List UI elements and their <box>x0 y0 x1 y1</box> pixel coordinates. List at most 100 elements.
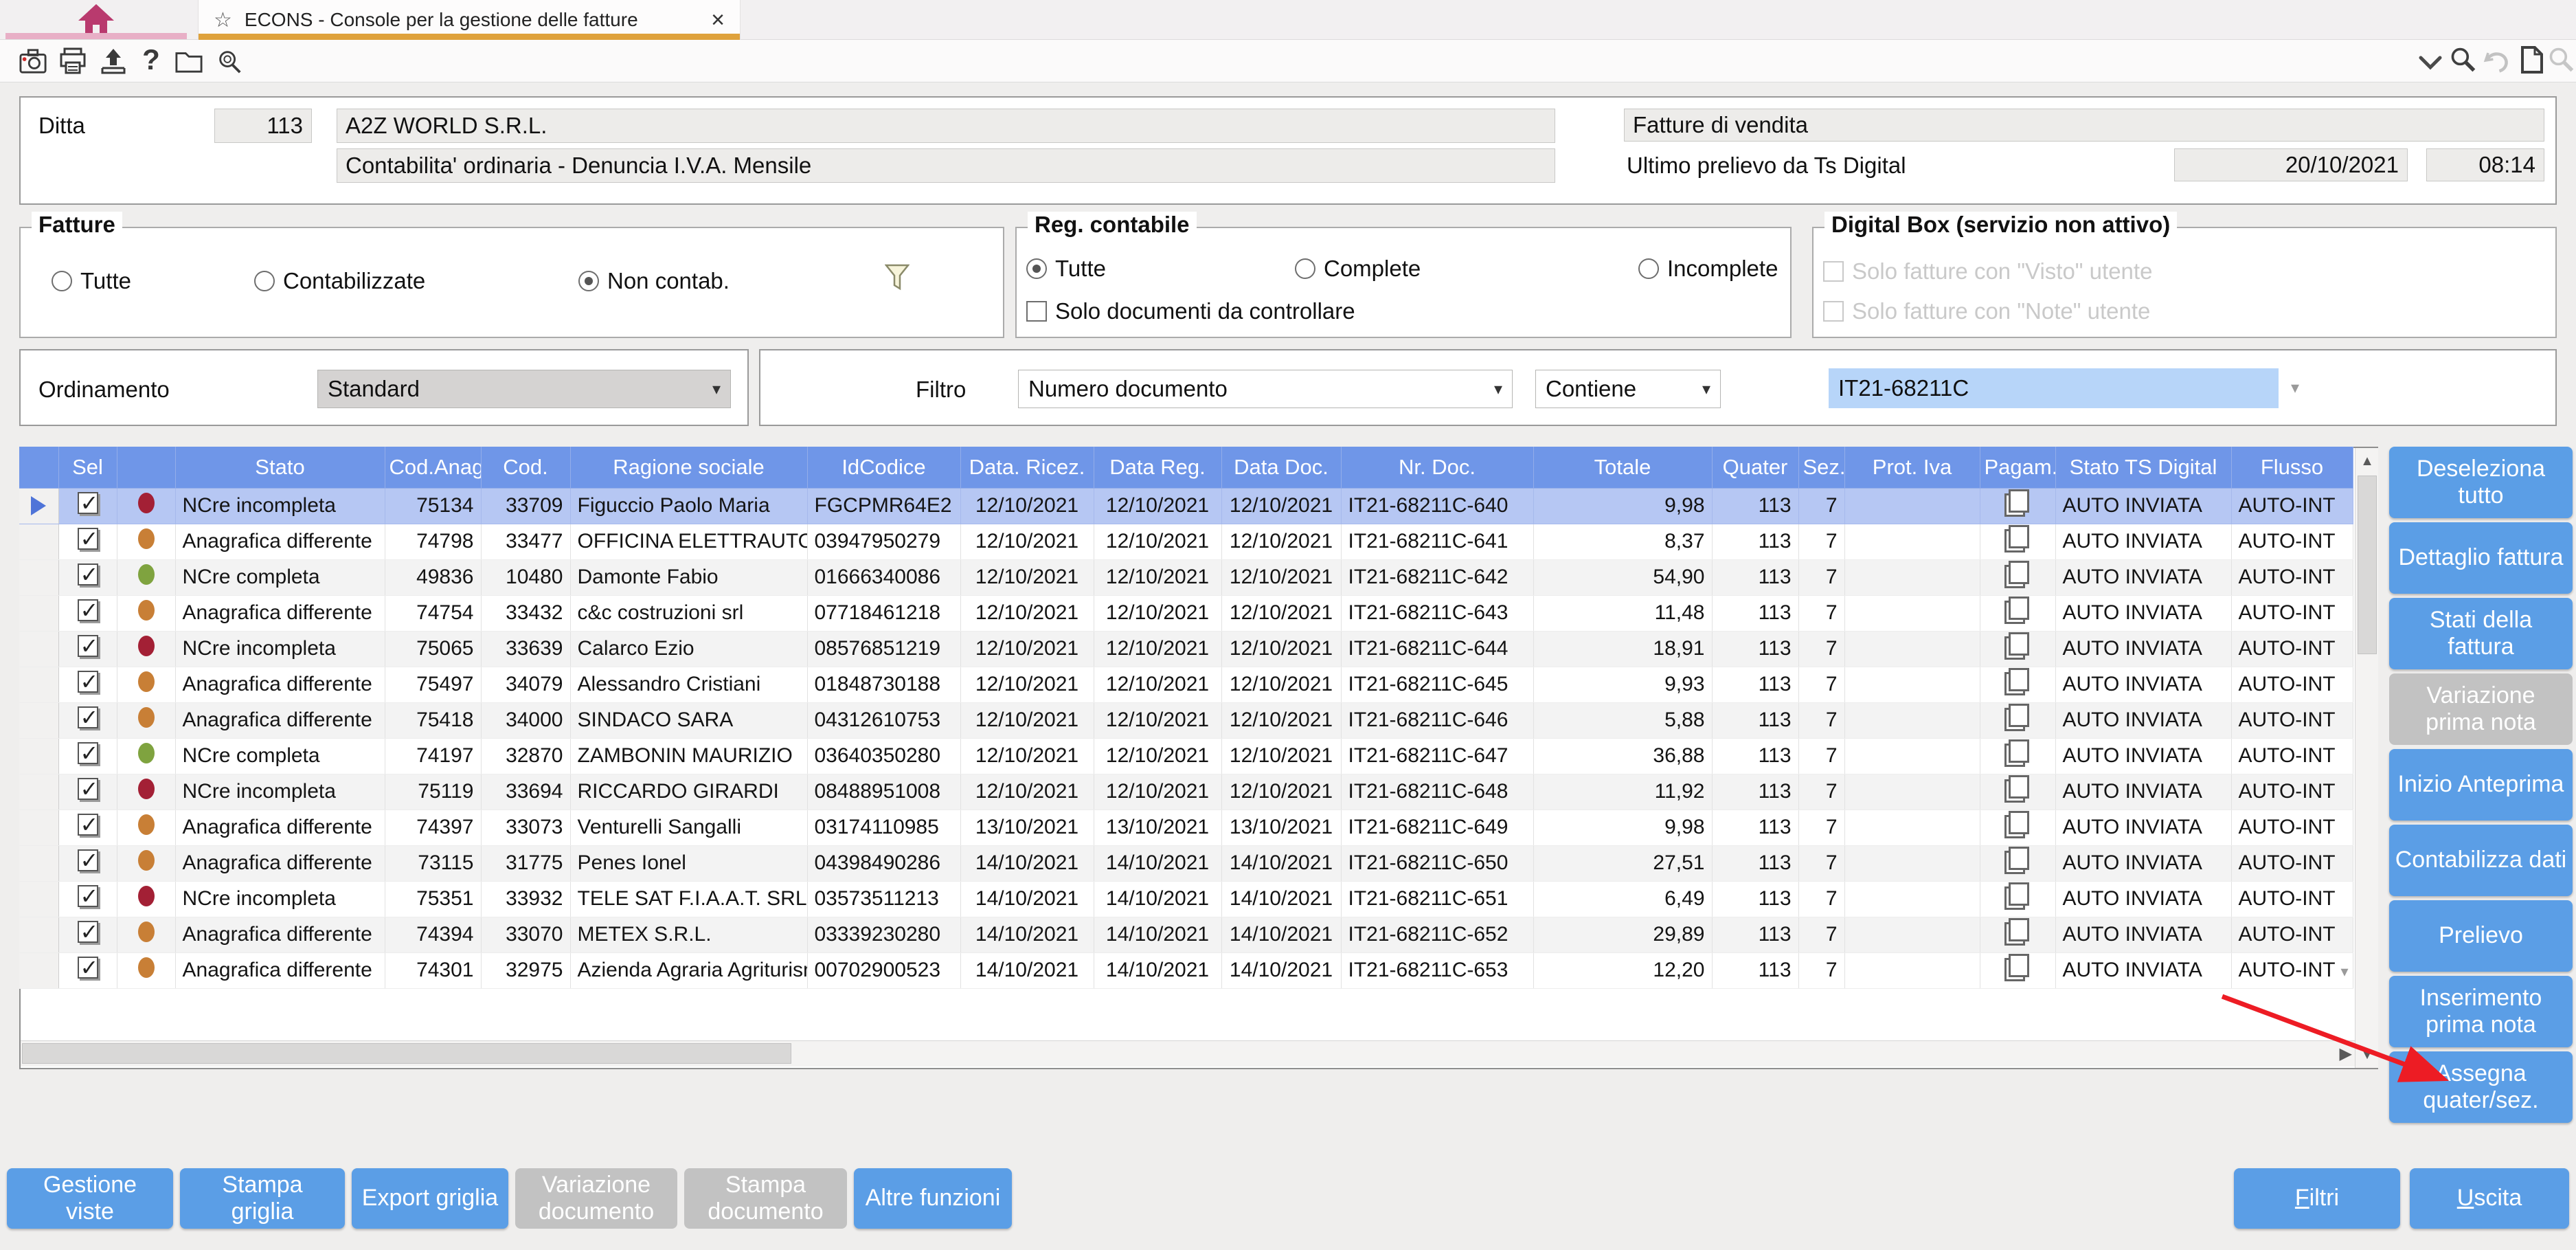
cell-dropdown-icon[interactable]: ▾ <box>2340 963 2348 981</box>
column-header-data_doc[interactable]: Data Doc. <box>1221 447 1342 489</box>
scroll-right-icon[interactable]: ▶ <box>2340 1044 2352 1064</box>
cell-sel[interactable] <box>58 810 117 846</box>
side-button-deseleziona-tutto[interactable]: Deseleziona tutto <box>2389 447 2573 518</box>
row-checkbox[interactable] <box>77 955 98 981</box>
bottom-button-stampa-griglia[interactable]: Stampa griglia <box>180 1168 345 1229</box>
cell-sel[interactable] <box>58 952 117 989</box>
table-row[interactable]: NCre incompleta7506533639Calarco Ezio085… <box>19 631 2353 667</box>
column-header-stato_dot[interactable] <box>117 447 176 489</box>
cell-sel[interactable] <box>58 702 117 739</box>
column-header-prot_iva[interactable]: Prot. Iva <box>1844 447 1980 489</box>
ordinamento-select[interactable]: Standard ▾ <box>317 370 731 408</box>
filtro-field-select[interactable]: Numero documento ▾ <box>1018 370 1513 408</box>
column-header-data_reg[interactable]: Data Reg. <box>1094 447 1222 489</box>
filtro-operator-select[interactable]: Contiene ▾ <box>1535 370 1721 408</box>
row-checkbox[interactable] <box>77 633 98 659</box>
side-button-stati-della-fattura[interactable]: Stati della fattura <box>2389 598 2573 669</box>
radio-icon[interactable] <box>1026 258 1047 279</box>
side-button-prelievo[interactable]: Prelievo <box>2389 900 2573 972</box>
column-header-indicator[interactable] <box>19 447 59 489</box>
table-row[interactable]: Anagrafica differente7549734079Alessandr… <box>19 667 2353 703</box>
chevron-down-icon[interactable]: ▾ <box>712 379 721 399</box>
help-icon[interactable]: ? <box>137 45 165 74</box>
column-header-ragione_sociale[interactable]: Ragione sociale <box>570 447 808 489</box>
cell-sel[interactable] <box>58 524 117 560</box>
column-header-data_ricez[interactable]: Data. Ricez. <box>960 447 1094 489</box>
row-checkbox[interactable] <box>77 919 98 945</box>
row-checkbox[interactable] <box>77 883 98 909</box>
table-row[interactable]: NCre incompleta7513433709Figuccio Paolo … <box>19 488 2353 524</box>
horizontal-scrollbar[interactable]: ▶ <box>21 1040 2355 1067</box>
cell-sel[interactable] <box>58 917 117 953</box>
uscita-button[interactable]: Uscita <box>2410 1168 2569 1229</box>
side-button-inserimento-prima-nota[interactable]: Inserimento prima nota <box>2389 976 2573 1047</box>
horizontal-scroll-thumb[interactable] <box>22 1043 791 1064</box>
row-checkbox[interactable] <box>77 669 98 695</box>
vertical-scrollbar[interactable]: ▲ ▼ <box>2355 448 2378 1068</box>
radio-fatture-non-contab[interactable]: Non contab. <box>578 268 730 294</box>
table-row[interactable]: NCre incompleta7511933694RICCARDO GIRARD… <box>19 774 2353 810</box>
row-checkbox[interactable] <box>77 526 98 552</box>
side-button-inizio-anteprima[interactable]: Inizio Anteprima <box>2389 749 2573 821</box>
bottom-button-gestione-viste[interactable]: Gestione viste <box>7 1168 173 1229</box>
table-row[interactable]: Anagrafica differente7430132975Azienda A… <box>19 952 2353 989</box>
side-button-assegna-quater-sez[interactable]: Assegna quater/sez. <box>2389 1051 2573 1123</box>
cell-sel[interactable] <box>58 845 117 882</box>
row-checkbox[interactable] <box>77 776 98 802</box>
side-button-contabilizza-dati[interactable]: Contabilizza dati <box>2389 825 2573 896</box>
scroll-down-icon[interactable]: ▼ <box>2355 1043 2379 1067</box>
chevron-down-icon[interactable]: ▾ <box>1702 379 1710 399</box>
filtro-value-dropdown-icon[interactable]: ▾ <box>2291 378 2299 398</box>
chevron-down-icon[interactable] <box>2417 49 2444 77</box>
new-document-icon[interactable] <box>2518 46 2546 74</box>
row-checkbox[interactable] <box>77 490 98 516</box>
filtri-button[interactable]: Filtri <box>2234 1168 2400 1229</box>
zoom-icon[interactable] <box>2449 46 2476 74</box>
chevron-down-icon[interactable]: ▾ <box>1494 379 1502 399</box>
side-button-dettaglio-fattura[interactable]: Dettaglio fattura <box>2389 522 2573 594</box>
preview-search-icon[interactable] <box>216 47 243 75</box>
filtro-value-input[interactable]: IT21-68211C <box>1829 368 2279 408</box>
checkbox-icon[interactable] <box>1026 301 1047 322</box>
checkbox-solo-documenti[interactable]: Solo documenti da controllare <box>1026 298 1355 324</box>
column-header-sel[interactable]: Sel <box>58 447 117 489</box>
upload-icon[interactable] <box>100 47 127 75</box>
table-row[interactable]: NCre incompleta7535133932TELE SAT F.I.A.… <box>19 881 2353 917</box>
cell-sel[interactable] <box>58 559 117 596</box>
column-header-stato[interactable]: Stato <box>175 447 385 489</box>
cell-sel[interactable] <box>58 667 117 703</box>
row-checkbox[interactable] <box>77 704 98 730</box>
filter-funnel-icon[interactable] <box>885 264 909 291</box>
tab-close-icon[interactable]: × <box>711 8 725 32</box>
row-checkbox[interactable] <box>77 740 98 766</box>
radio-icon[interactable] <box>578 271 599 291</box>
camera-icon[interactable] <box>19 47 47 75</box>
column-header-id_codice[interactable]: IdCodice <box>807 447 961 489</box>
table-row[interactable]: Anagrafica differente7475433432c&c costr… <box>19 595 2353 632</box>
column-header-quater[interactable]: Quater <box>1712 447 1799 489</box>
column-header-pagam[interactable]: Pagam. <box>1980 447 2056 489</box>
column-header-cod_ana[interactable]: Cod.Anag <box>385 447 482 489</box>
print-icon[interactable] <box>59 47 87 75</box>
vertical-scroll-thumb[interactable] <box>2358 476 2377 654</box>
radio-icon[interactable] <box>1638 258 1659 279</box>
folder-icon[interactable] <box>175 47 203 75</box>
table-row[interactable]: Anagrafica differente7541834000SINDACO S… <box>19 702 2353 739</box>
cell-sel[interactable] <box>58 774 117 810</box>
bottom-button-export-griglia[interactable]: Export griglia <box>352 1168 508 1229</box>
column-header-totale[interactable]: Totale <box>1533 447 1713 489</box>
table-row[interactable]: Anagrafica differente7479833477OFFICINA … <box>19 524 2353 560</box>
cell-sel[interactable] <box>58 595 117 632</box>
radio-reg-complete[interactable]: Complete <box>1295 256 1421 282</box>
cell-sel[interactable] <box>58 631 117 667</box>
radio-reg-incomplete[interactable]: Incomplete <box>1638 256 1778 282</box>
row-checkbox[interactable] <box>77 812 98 838</box>
column-header-flusso[interactable]: Flusso <box>2231 447 2353 489</box>
column-header-stato_ts[interactable]: Stato TS Digital <box>2055 447 2232 489</box>
ditta-code-field[interactable]: 113 <box>214 109 312 143</box>
table-row[interactable]: Anagrafica differente7439733073Venturell… <box>19 810 2353 846</box>
row-checkbox[interactable] <box>77 597 98 623</box>
column-header-nr_doc[interactable]: Nr. Doc. <box>1341 447 1534 489</box>
table-row[interactable]: Anagrafica differente7439433070METEX S.R… <box>19 917 2353 953</box>
tab-econs[interactable]: ☆ ECONS - Console per la gestione delle … <box>198 0 741 40</box>
